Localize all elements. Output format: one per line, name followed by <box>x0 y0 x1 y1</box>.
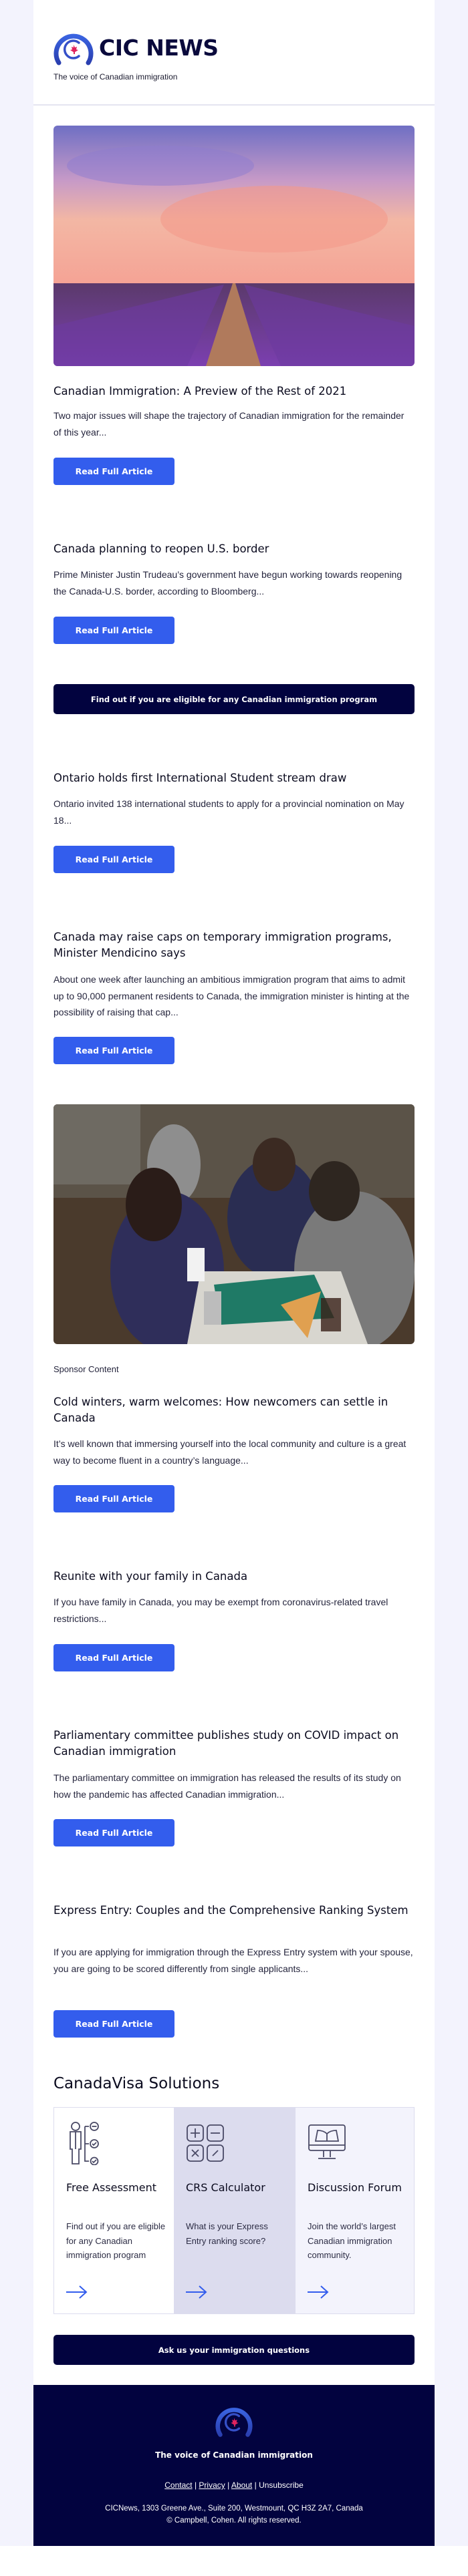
header-tagline: The voice of Canadian immigration <box>53 72 178 82</box>
calculator-icon <box>187 2124 224 2162</box>
footer-address: CICNews, 1303 Greene Ave., Suite 200, We… <box>33 2503 435 2527</box>
article-excerpt: Two major issues will shape the trajecto… <box>53 410 404 438</box>
card-body: Find out if you are eligible for any Can… <box>66 2221 166 2260</box>
card-crs-calculator[interactable]: CRS Calculator What is your Express Entr… <box>174 2108 296 2313</box>
sponsor-content-label: Sponsor Content <box>53 1364 119 1374</box>
friends-cafe-image <box>53 1104 415 1344</box>
read-full-article-button[interactable]: Read Full Article <box>53 1037 174 1064</box>
article-title[interactable]: Cold winters, warm welcomes: How newcome… <box>53 1394 415 1426</box>
article-title[interactable]: Reunite with your family in Canada <box>53 1569 415 1585</box>
link-separator: | <box>254 2480 257 2490</box>
footer-link-about[interactable]: About <box>231 2480 252 2490</box>
forum-icon <box>308 2124 346 2159</box>
solutions-heading: CanadaVisa Solutions <box>53 2075 220 2092</box>
arrow-right-icon[interactable] <box>65 2284 89 2300</box>
link-separator: | <box>194 2480 197 2490</box>
address-line: CICNews, 1303 Greene Ave., Suite 200, We… <box>105 2505 363 2513</box>
link-separator: | <box>227 2480 230 2490</box>
footer-tagline: The voice of Canadian immigration <box>155 2450 313 2460</box>
assessment-icon <box>70 2122 99 2165</box>
read-full-article-button[interactable]: Read Full Article <box>53 1819 174 1846</box>
card-body: Join the world’s largest Canadian immigr… <box>308 2221 396 2260</box>
card-discussion-forum[interactable]: Discussion Forum Join the world’s larges… <box>296 2108 414 2313</box>
card-title: Free Assessment <box>66 2181 157 2194</box>
read-full-article-button[interactable]: Read Full Article <box>53 617 174 644</box>
article-title[interactable]: Canada planning to reopen U.S. border <box>53 541 415 557</box>
footer-logo-icon[interactable] <box>215 2402 253 2440</box>
read-full-article-button[interactable]: Read Full Article <box>53 2010 174 2038</box>
arrow-right-icon[interactable] <box>306 2284 330 2300</box>
newsletter-container: CIC NEWS The voice of Canadian immigrati… <box>33 0 435 2546</box>
footer-links: Contact | Privacy | About | Unsubscribe <box>33 2480 435 2490</box>
footer-link-contact[interactable]: Contact <box>164 2480 192 2490</box>
article-excerpt: It’s well known that immersing yourself … <box>53 1438 406 1466</box>
article-excerpt: If you are applying for immigration thro… <box>53 1947 413 1974</box>
copyright-line: © Campbell, Cohen. All rights reserved. <box>166 2517 302 2525</box>
article-title[interactable]: Express Entry: Couples and the Comprehen… <box>53 1903 415 1919</box>
article-image-cafe[interactable] <box>53 1104 415 1344</box>
eligibility-cta-button[interactable]: Find out if you are eligible for any Can… <box>53 684 415 714</box>
article-excerpt: If you have family in Canada, you may be… <box>53 1597 388 1624</box>
card-free-assessment[interactable]: Free Assessment Find out if you are elig… <box>54 2108 174 2313</box>
cic-news-logo[interactable]: CIC NEWS <box>53 29 227 67</box>
article-image-lavender[interactable] <box>53 126 415 366</box>
arrow-right-icon[interactable] <box>185 2284 209 2300</box>
article-title[interactable]: Parliamentary committee publishes study … <box>53 1728 415 1760</box>
footer-link-privacy[interactable]: Privacy <box>199 2480 225 2490</box>
card-title: CRS Calculator <box>186 2181 265 2194</box>
read-full-article-button[interactable]: Read Full Article <box>53 1644 174 1671</box>
article-title[interactable]: Ontario holds first International Studen… <box>53 770 415 786</box>
logo-text: CIC NEWS <box>99 35 219 61</box>
solutions-cards: Free Assessment Find out if you are elig… <box>53 2107 415 2314</box>
footer: The voice of Canadian immigration Contac… <box>33 2385 435 2546</box>
article-excerpt: Prime Minister Justin Trudeau’s governme… <box>53 569 402 597</box>
header-divider <box>33 104 435 106</box>
card-body: What is your Express Entry ranking score… <box>186 2221 268 2246</box>
footer-link-unsubscribe[interactable]: Unsubscribe <box>259 2480 304 2490</box>
article-title[interactable]: Canada may raise caps on temporary immig… <box>53 929 415 961</box>
logo-mark-icon <box>53 33 94 65</box>
article-title[interactable]: Canadian Immigration: A Preview of the R… <box>53 383 415 399</box>
read-full-article-button[interactable]: Read Full Article <box>53 1485 174 1512</box>
ask-questions-button[interactable]: Ask us your immigration questions <box>53 2335 415 2365</box>
card-title: Discussion Forum <box>308 2181 402 2194</box>
lavender-field-image <box>53 126 415 366</box>
article-excerpt: About one week after launching an ambiti… <box>53 974 410 1017</box>
read-full-article-button[interactable]: Read Full Article <box>53 458 174 485</box>
article-excerpt: The parliamentary committee on immigrati… <box>53 1772 401 1800</box>
article-excerpt: Ontario invited 138 international studen… <box>53 798 404 826</box>
read-full-article-button[interactable]: Read Full Article <box>53 846 174 873</box>
